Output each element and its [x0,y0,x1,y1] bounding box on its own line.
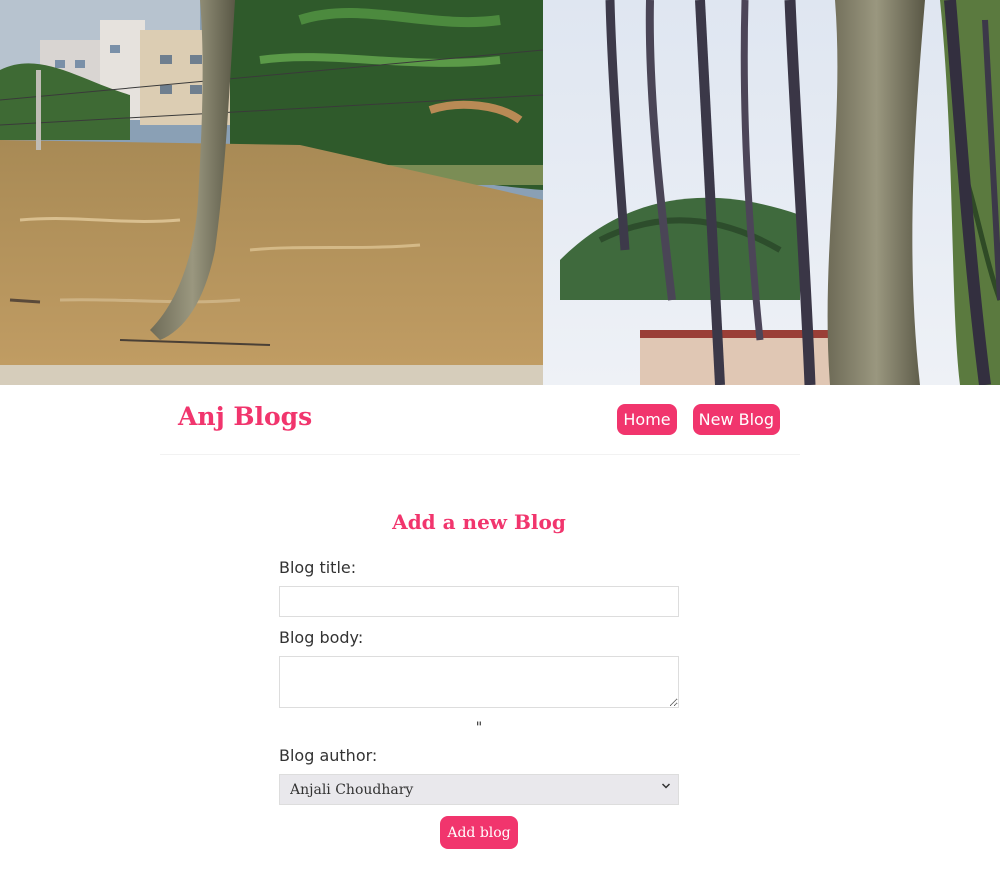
create-blog-form: Add a new Blog Blog title: Blog body: " … [279,510,679,849]
blog-author-select-wrapper: Anjali Choudhary [279,774,679,805]
hero-photo-collage [0,0,1000,385]
chevron-down-icon [661,783,671,789]
add-blog-button[interactable]: Add blog [440,816,518,849]
blog-body-label: Blog body: [279,628,364,647]
blog-title-input[interactable] [279,586,679,617]
nav-links: Home New Blog [617,404,780,435]
blog-body-textarea[interactable] [279,656,679,708]
nav-home-link[interactable]: Home [617,404,677,435]
blog-author-select[interactable]: Anjali Choudhary [279,774,679,805]
page-title: Add a new Blog [392,510,566,534]
navbar: Anj Blogs Home New Blog [160,385,800,455]
site-brand: Anj Blogs [178,402,313,431]
nav-new-blog-link[interactable]: New Blog [692,404,780,435]
blog-author-label: Blog author: [279,746,378,765]
submit-wrapper: Add blog [279,816,679,849]
hero-image [0,0,1000,385]
blog-title-label: Blog title: [279,558,357,577]
stray-quote-text: " [475,720,483,736]
